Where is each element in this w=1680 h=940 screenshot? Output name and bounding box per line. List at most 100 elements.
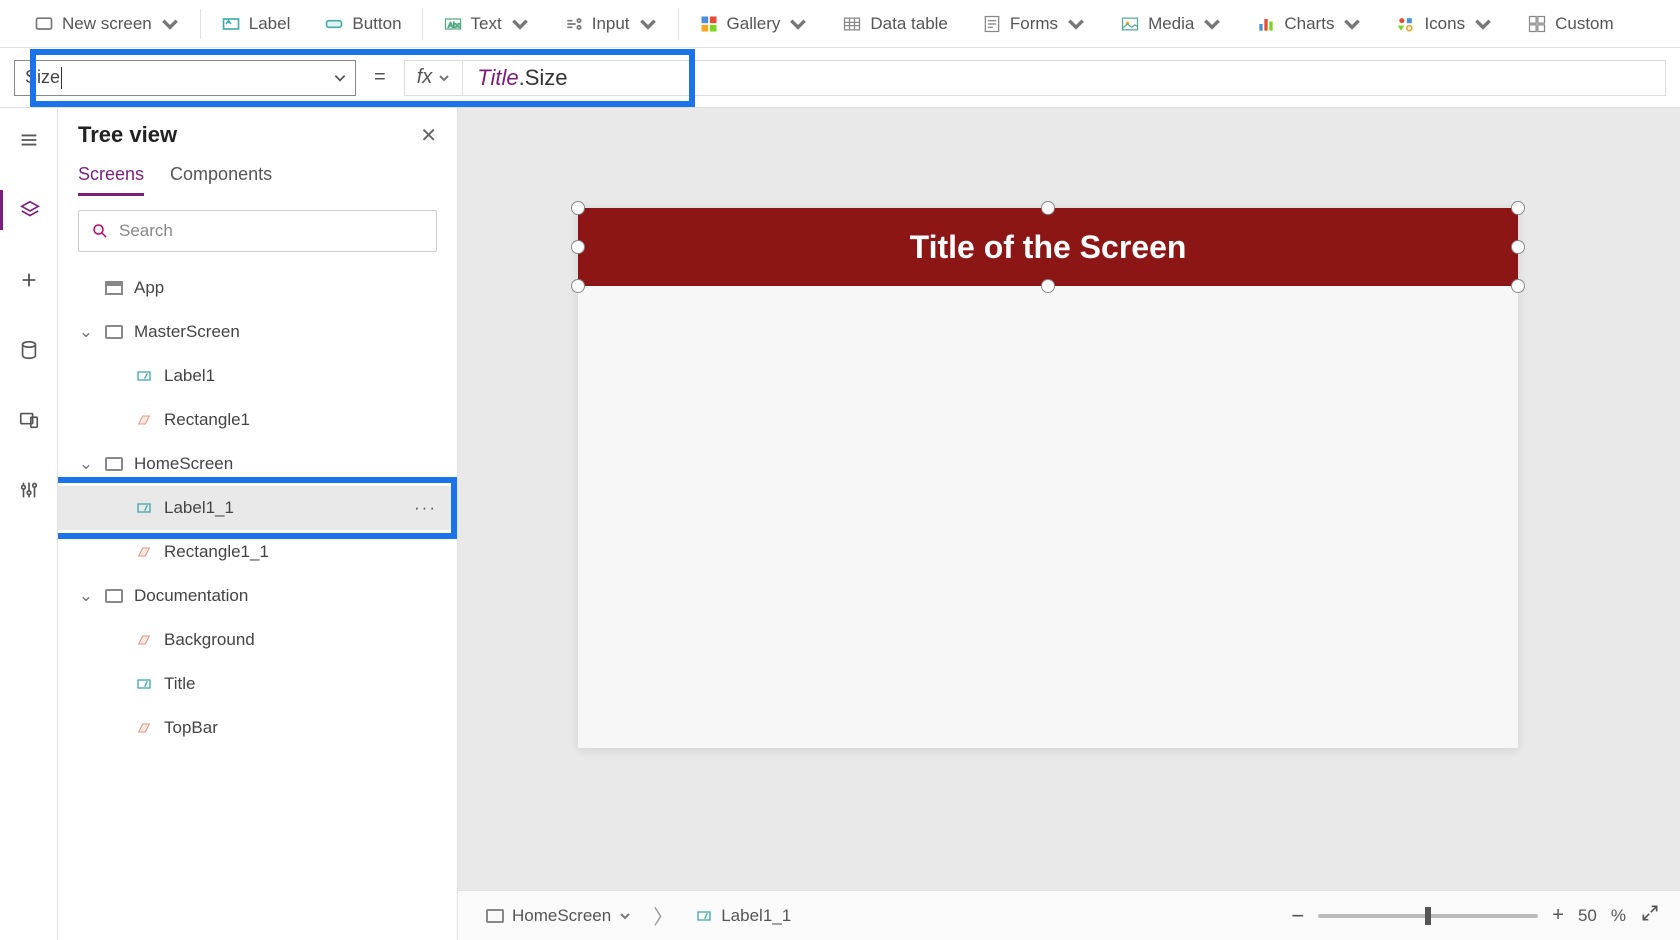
zoom-value: 50 [1578, 906, 1597, 926]
insert-media-button[interactable]: Media [1106, 0, 1236, 48]
expand-toggle[interactable]: ⌄ [78, 454, 94, 474]
zoom-slider[interactable] [1318, 914, 1538, 918]
fx-button[interactable]: fx [404, 60, 464, 96]
fit-to-window-button[interactable] [1640, 903, 1660, 928]
chevron-down-icon [1202, 14, 1222, 34]
chevron-down-icon [1473, 14, 1493, 34]
insert-button-button[interactable]: Button [310, 0, 415, 48]
devices-icon [18, 409, 40, 431]
tree-node-label1[interactable]: Label1 [58, 354, 457, 398]
chevron-down-icon [638, 14, 658, 34]
tree-node-homescreen[interactable]: ⌄ HomeScreen [58, 442, 457, 486]
main-area: Tree view ✕ Screens Components Search ▾ … [0, 108, 1680, 940]
label-icon [134, 674, 154, 694]
shape-icon [134, 630, 154, 650]
tree-node-rectangle1-1[interactable]: Rectangle1_1 [58, 530, 457, 574]
resize-handle[interactable] [1511, 240, 1525, 254]
data-pane-button[interactable] [0, 330, 58, 370]
tree-node-label: HomeScreen [134, 454, 233, 474]
icons-icon [1396, 14, 1416, 34]
insert-charts-button[interactable]: Charts [1242, 0, 1376, 48]
screen-icon [34, 14, 54, 34]
formula-input[interactable]: Title.Size [463, 60, 1666, 96]
tab-screens[interactable]: Screens [78, 164, 144, 196]
property-dropdown[interactable]: Size [14, 60, 356, 96]
selected-label-control[interactable]: Title of the Screen [578, 208, 1518, 286]
hamburger-icon [18, 129, 40, 151]
tree-node-topbar[interactable]: TopBar [58, 706, 457, 750]
insert-datatable-button[interactable]: Data table [828, 0, 962, 48]
new-screen-button[interactable]: New screen [20, 0, 194, 48]
separator [678, 9, 679, 39]
insert-media-label: Media [1148, 14, 1194, 34]
tree-node-background[interactable]: Background [58, 618, 457, 662]
insert-gallery-button[interactable]: Gallery [685, 0, 823, 48]
tree-node-documentation[interactable]: ⌄ Documentation [58, 574, 457, 618]
tree-view-title: Tree view [78, 122, 177, 148]
hamburger-button[interactable] [0, 120, 58, 160]
app-icon [104, 278, 124, 298]
shape-icon [134, 542, 154, 562]
expand-toggle[interactable]: ⌄ [78, 322, 94, 342]
expand-toggle[interactable]: ⌄ [78, 586, 94, 606]
resize-handle[interactable] [1511, 201, 1525, 215]
tree-node-masterscreen[interactable]: ⌄ MasterScreen [58, 310, 457, 354]
insert-forms-button[interactable]: Forms [968, 0, 1100, 48]
advanced-tools-button[interactable] [0, 470, 58, 510]
tree-node-rectangle1[interactable]: Rectangle1 [58, 398, 457, 442]
more-options-button[interactable]: ··· [414, 498, 447, 518]
charts-icon [1256, 14, 1276, 34]
input-icon [564, 14, 584, 34]
new-screen-label: New screen [62, 14, 152, 34]
resize-handle[interactable] [1041, 279, 1055, 293]
tree-tabs: Screens Components [58, 154, 457, 196]
chevron-down-icon [438, 72, 450, 84]
plus-icon [18, 269, 40, 291]
canvas-stage[interactable]: Title of the Screen [458, 108, 1680, 890]
resize-handle[interactable] [571, 240, 585, 254]
insert-label-button[interactable]: Label [207, 0, 305, 48]
breadcrumb-control-label: Label1_1 [721, 906, 791, 926]
resize-handle[interactable] [1511, 279, 1525, 293]
resize-handle[interactable] [571, 279, 585, 293]
resize-handle[interactable] [1041, 201, 1055, 215]
screen-icon [104, 322, 124, 342]
close-panel-button[interactable]: ✕ [420, 123, 437, 148]
insert-button-text: Button [352, 14, 401, 34]
screen-icon [104, 586, 124, 606]
property-value: Size [25, 67, 60, 88]
tree-node-label1-1[interactable]: Label1_1 ··· [58, 486, 457, 530]
tab-components[interactable]: Components [170, 164, 272, 196]
sliders-icon [18, 479, 40, 501]
tree-search-input[interactable]: Search [78, 210, 437, 252]
tree-view-button[interactable] [0, 190, 58, 230]
chevron-down-icon [1066, 14, 1086, 34]
database-icon [18, 339, 40, 361]
tree-node-label: App [134, 278, 164, 298]
insert-gallery-label: Gallery [727, 14, 781, 34]
insert-pane-button[interactable] [0, 260, 58, 300]
insert-custom-button[interactable]: Custom [1513, 0, 1628, 48]
insert-input-button[interactable]: Input [550, 0, 672, 48]
media-pane-button[interactable] [0, 400, 58, 440]
breadcrumb-screen[interactable]: HomeScreen [478, 906, 639, 926]
zoom-slider-knob[interactable] [1425, 907, 1431, 925]
formula-bar: Size = fx Title.Size [0, 48, 1680, 108]
tree-node-app[interactable]: ▾ App [58, 266, 457, 310]
insert-datatable-label: Data table [870, 14, 948, 34]
chevron-down-icon [619, 910, 631, 922]
resize-handle[interactable] [571, 201, 585, 215]
zoom-out-button[interactable]: − [1291, 903, 1304, 929]
media-icon [1120, 14, 1140, 34]
zoom-in-button[interactable]: + [1552, 904, 1564, 927]
tree-node-label: Background [164, 630, 255, 650]
tree-node-label: Label1_1 [164, 498, 234, 518]
insert-ribbon: New screen Label Button Abc Text Input G… [0, 0, 1680, 48]
breadcrumb-control[interactable]: Label1_1 [687, 906, 799, 926]
insert-icons-button[interactable]: Icons [1382, 0, 1507, 48]
expand-icon [1640, 903, 1660, 923]
chevron-down-icon [160, 14, 180, 34]
insert-text-button[interactable]: Abc Text [429, 0, 544, 48]
breadcrumb-separator: 〉 [653, 901, 673, 930]
tree-node-title[interactable]: Title [58, 662, 457, 706]
